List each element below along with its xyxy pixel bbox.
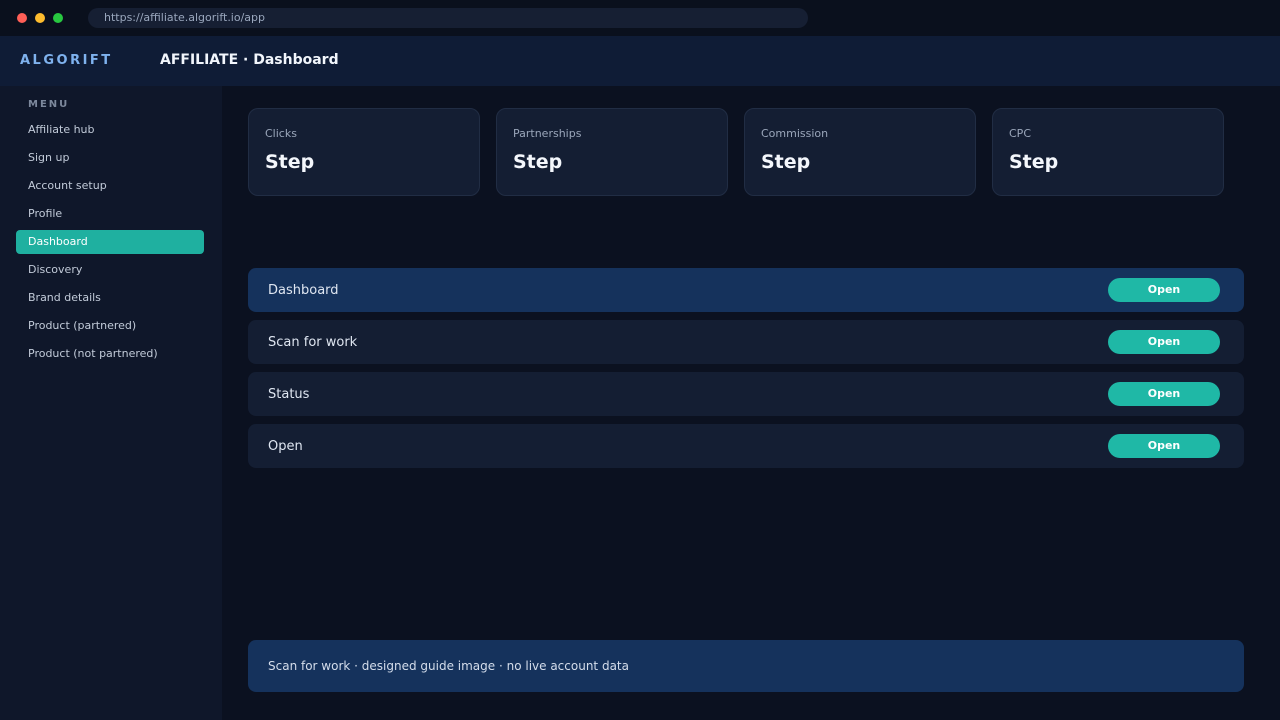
list-item-open: Open Open: [248, 424, 1244, 468]
footer-note: Scan for work · designed guide image · n…: [248, 640, 1244, 692]
list-item-dashboard: Dashboard Open: [248, 268, 1244, 312]
sidebar-nav: Affiliate hub Sign up Account setup Prof…: [16, 118, 204, 370]
stat-card-cpc: CPC Step: [992, 108, 1224, 196]
list-item-label: Scan for work: [268, 335, 358, 350]
window-maximize-dot-icon[interactable]: [53, 13, 63, 23]
stat-value: Step: [1009, 151, 1059, 173]
sidebar-item-discovery[interactable]: Discovery: [16, 258, 204, 282]
sidebar-item-affiliate-hub[interactable]: Affiliate hub: [16, 118, 204, 142]
window-close-dot-icon[interactable]: [17, 13, 27, 23]
sidebar-item-account-setup[interactable]: Account setup: [16, 174, 204, 198]
address-bar[interactable]: https://affiliate.algorift.io/app: [88, 8, 808, 28]
stat-value: Step: [265, 151, 315, 173]
stat-card-clicks: Clicks Step: [248, 108, 480, 196]
list-item-status: Status Open: [248, 372, 1244, 416]
open-button[interactable]: Open: [1108, 434, 1220, 458]
stat-label: Commission: [761, 127, 829, 140]
sidebar-item-profile[interactable]: Profile: [16, 202, 204, 226]
open-button[interactable]: Open: [1108, 330, 1220, 354]
list-item-label: Status: [268, 387, 310, 402]
open-button[interactable]: Open: [1108, 382, 1220, 406]
app-header: ALGORIFT AFFILIATE · Dashboard: [0, 36, 1280, 86]
stat-value: Step: [761, 151, 811, 173]
sidebar-item-product-partnered[interactable]: Product (partnered): [16, 314, 204, 338]
main-content: Clicks Step Partnerships Step Commission…: [222, 86, 1280, 720]
sidebar-item-brand-details[interactable]: Brand details: [16, 286, 204, 310]
sidebar: MENU Affiliate hub Sign up Account setup…: [0, 86, 222, 720]
sidebar-item-dashboard[interactable]: Dashboard: [16, 230, 204, 254]
sidebar-item-sign-up[interactable]: Sign up: [16, 146, 204, 170]
window-minimize-dot-icon[interactable]: [35, 13, 45, 23]
brand-logo[interactable]: ALGORIFT: [20, 53, 113, 68]
list-item-label: Dashboard: [268, 283, 339, 298]
browser-chrome: https://affiliate.algorift.io/app: [0, 0, 1280, 36]
list-item-label: Open: [268, 439, 303, 454]
menu-heading: MENU: [28, 99, 70, 110]
stat-card-partnerships: Partnerships Step: [496, 108, 728, 196]
stat-card-commission: Commission Step: [744, 108, 976, 196]
action-list: Dashboard Open Scan for work Open Status…: [248, 268, 1244, 476]
stat-label: CPC: [1009, 127, 1031, 140]
list-item-scan-for-work: Scan for work Open: [248, 320, 1244, 364]
page-title: AFFILIATE · Dashboard: [160, 52, 339, 68]
sidebar-item-product-not-partnered[interactable]: Product (not partnered): [16, 342, 204, 366]
stat-value: Step: [513, 151, 563, 173]
stat-label: Partnerships: [513, 127, 582, 140]
stat-label: Clicks: [265, 127, 297, 140]
open-button[interactable]: Open: [1108, 278, 1220, 302]
